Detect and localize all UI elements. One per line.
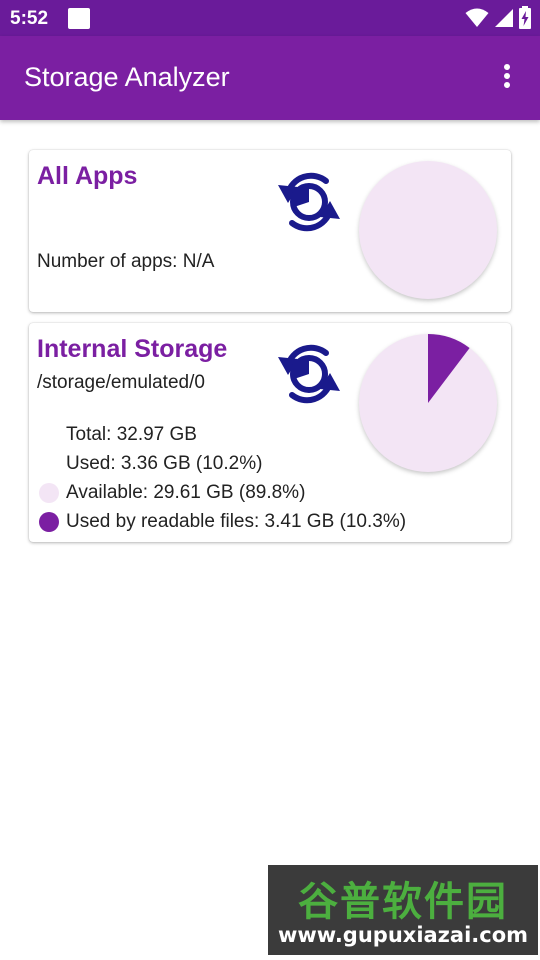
stat-used: Used: 3.36 GB (10.2%) — [66, 453, 263, 474]
app-bar: Storage Analyzer — [0, 36, 540, 120]
cell-signal-icon — [494, 9, 513, 27]
stat-available: Available: 29.61 GB (89.8%) — [37, 481, 507, 510]
status-bar: 5:52 — [0, 0, 540, 36]
internal-storage-card[interactable]: Internal Storage /storage/emulated/0 Tot… — [29, 323, 511, 542]
all-apps-card[interactable]: All Apps Number of apps: N/A — [29, 150, 511, 312]
refresh-icon — [278, 344, 340, 404]
stat-used-by-files: Used by readable files: 3.41 GB (10.3%) — [37, 510, 507, 539]
storage-stats: Total: 32.97 GB Used: 3.36 GB (10.2%) Av… — [37, 423, 507, 539]
refresh-icon — [278, 172, 340, 232]
used-files-legend-dot — [39, 512, 59, 532]
all-apps-title: All Apps — [37, 162, 138, 190]
refresh-storage-button[interactable] — [274, 337, 344, 411]
apps-count-value: N/A — [182, 251, 215, 272]
storage-path: /storage/emulated/0 — [37, 372, 205, 393]
status-time: 5:52 — [10, 8, 49, 29]
app-title: Storage Analyzer — [24, 62, 230, 92]
apps-pie-chart — [358, 160, 498, 300]
watermark: 谷普软件园 www.gupuxiazai.com — [268, 865, 538, 955]
refresh-apps-button[interactable] — [274, 165, 344, 239]
watermark-url: www.gupuxiazai.com — [277, 923, 529, 947]
status-icons — [465, 6, 532, 30]
stat-total: Total: 32.97 GB — [66, 424, 197, 445]
apps-count: Number of apps: N/A — [37, 251, 214, 273]
notification-icon — [68, 8, 90, 29]
stat-used-by-files-text: Used by readable files: 3.41 GB (10.3%) — [66, 511, 407, 532]
wifi-icon — [465, 8, 489, 27]
watermark-title: 谷普软件园 — [298, 879, 508, 925]
battery-charging-icon — [519, 6, 531, 29]
apps-count-label: Number of apps: — [37, 251, 183, 272]
internal-storage-title: Internal Storage — [37, 335, 228, 363]
more-vert-icon[interactable] — [492, 62, 522, 94]
stat-available-text: Available: 29.61 GB (89.8%) — [66, 482, 306, 503]
available-legend-dot — [39, 483, 59, 503]
